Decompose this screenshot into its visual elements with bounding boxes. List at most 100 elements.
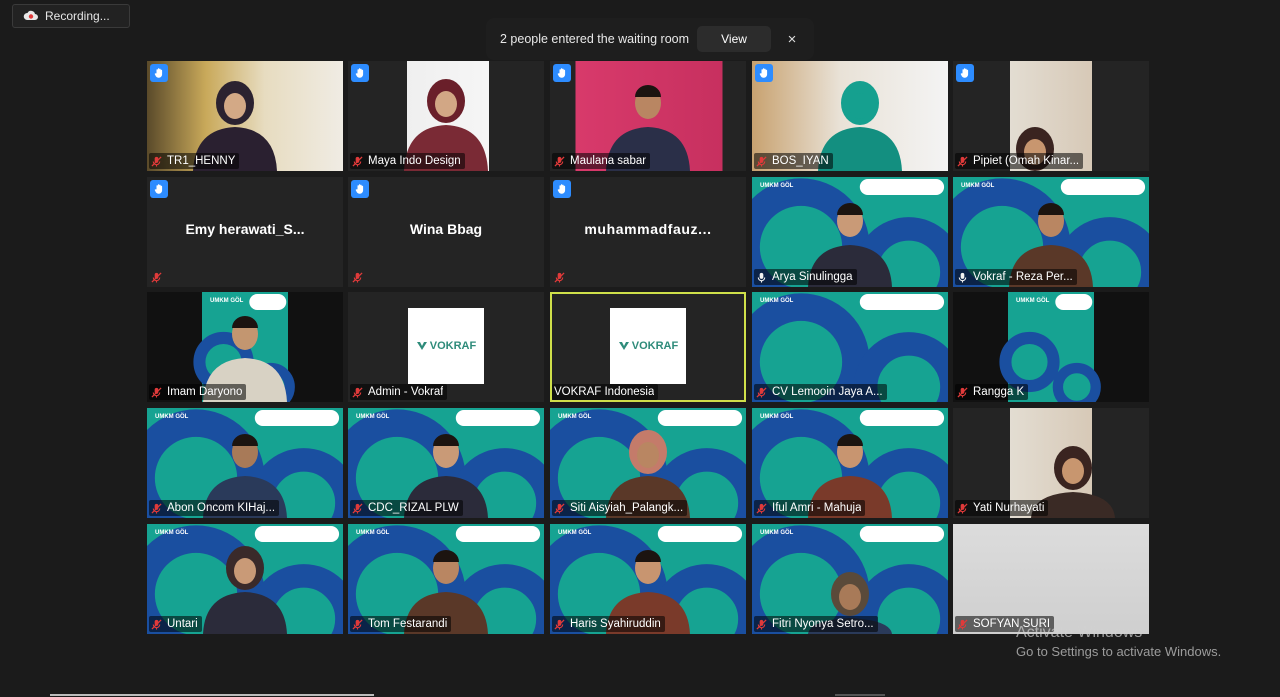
activate-windows-subtitle: Go to Settings to activate Windows. <box>1016 644 1222 659</box>
raised-hand-icon <box>351 180 369 198</box>
participant-name-tag <box>149 269 171 285</box>
participant-name-tag: Maulana sabar <box>552 153 651 169</box>
participant-name: CDC_RIZAL PLW <box>368 502 459 514</box>
activate-windows-title: Activate Windows <box>1016 624 1143 641</box>
participant-tile[interactable]: VOKRAF Admin - Vokraf <box>348 292 544 402</box>
participant-tile[interactable]: Emy herawati_S... <box>147 177 343 287</box>
participant-tile[interactable]: VOKRAF VOKRAF Indonesia <box>550 292 746 402</box>
participant-name: BOS_IYAN <box>772 155 829 167</box>
participant-tile[interactable]: UMKM GÖL CV Lemooin Jaya A... <box>752 292 948 402</box>
muted-mic-icon <box>151 618 162 630</box>
participant-display-name: Emy herawati_S... <box>185 221 305 237</box>
participant-tile[interactable]: Maya Indo Design <box>348 61 544 171</box>
participant-name-tag: Vokraf - Reza Per... <box>955 269 1077 285</box>
raised-hand-icon <box>553 180 571 198</box>
muted-mic-icon <box>756 386 767 398</box>
participant-name: Admin - Vokraf <box>368 386 444 398</box>
participant-name-tag: Admin - Vokraf <box>350 384 448 400</box>
participant-name-tag: VOKRAF Indonesia <box>552 384 659 400</box>
participant-name-tag: Rangga K <box>955 384 1029 400</box>
participant-name-tag: Haris Syahiruddin <box>552 616 665 632</box>
participant-display-name: Wina Bbag <box>409 221 483 237</box>
participant-name-tag: CV Lemooin Jaya A... <box>754 384 887 400</box>
umkm-banner-text: UMKM GÖL <box>760 298 794 304</box>
participant-gallery: TR1_HENNY Maya Indo Design Maulana sabar BO… <box>0 0 1280 697</box>
participant-tile[interactable]: Yati Nurhayati <box>953 408 1149 518</box>
muted-mic-icon <box>151 386 162 398</box>
participant-name: Abon Oncom KIHaj... <box>167 502 276 514</box>
participant-name-tag: Arya Sinulingga <box>754 269 857 285</box>
participant-tile[interactable]: UMKM GÖL Vokraf - Reza Per... <box>953 177 1149 287</box>
participant-name-tag <box>350 269 372 285</box>
raised-hand-icon <box>755 64 773 82</box>
muted-mic-icon <box>957 618 968 630</box>
vokraf-logo-text: VOKRAF <box>631 340 679 352</box>
participant-name: TR1_HENNY <box>167 155 236 167</box>
vokraf-logo-text: VOKRAF <box>429 340 477 352</box>
participant-name-tag: Maya Indo Design <box>350 153 465 169</box>
participant-tile[interactable]: UMKM GÖL Fitri Nyonya Setro... <box>752 524 948 634</box>
vokraf-mark-icon <box>416 342 427 350</box>
participant-tile[interactable]: Pipiet (Omah Kinar... <box>953 61 1149 171</box>
participant-tile[interactable]: muhammadfauz... <box>550 177 746 287</box>
activate-windows-watermark: Activate Windows Go to Settings to activ… <box>1016 624 1221 659</box>
participant-name: Imam Daryono <box>167 386 243 398</box>
muted-mic-icon <box>756 618 767 630</box>
participant-name: Yati Nurhayati <box>973 502 1045 514</box>
muted-mic-icon <box>957 502 968 514</box>
participant-name: Arya Sinulingga <box>772 271 853 283</box>
participant-name: Iful Amri - Mahuja <box>772 502 862 514</box>
participant-tile[interactable]: UMKM GÖL Siti Aisyiah_Palangk... <box>550 408 746 518</box>
participant-tile[interactable]: SOFYAN SURI <box>953 524 1149 634</box>
vokraf-logo: VOKRAF <box>408 308 484 384</box>
participant-tile[interactable]: UMKM GÖL CDC_RIZAL PLW <box>348 408 544 518</box>
participant-name: Untari <box>167 618 198 630</box>
toolbar-edge <box>50 694 374 696</box>
participant-tile[interactable]: UMKM GÖL Abon Oncom KIHaj... <box>147 408 343 518</box>
mic-icon <box>757 272 766 283</box>
muted-mic-icon <box>756 155 767 167</box>
participant-name: VOKRAF Indonesia <box>554 386 655 398</box>
participant-tile[interactable]: Wina Bbag <box>348 177 544 287</box>
participant-tile[interactable]: UMKM GÖL Tom Festarandi <box>348 524 544 634</box>
participant-name-tag: Untari <box>149 616 202 632</box>
raised-hand-icon <box>150 64 168 82</box>
muted-mic-icon <box>352 155 363 167</box>
muted-mic-icon <box>352 502 363 514</box>
participant-tile[interactable]: UMKM GÖL Haris Syahiruddin <box>550 524 746 634</box>
participant-tile[interactable]: UMKM GÖL Rangga K <box>953 292 1149 402</box>
muted-mic-icon <box>957 386 968 398</box>
muted-mic-icon <box>957 155 968 167</box>
participant-tile[interactable]: UMKM GÖL Arya Sinulingga <box>752 177 948 287</box>
participant-name: CV Lemooin Jaya A... <box>772 386 883 398</box>
participant-name-tag: BOS_IYAN <box>754 153 833 169</box>
participant-tile[interactable]: UMKM GÖL Imam Daryono <box>147 292 343 402</box>
participant-name-tag: Fitri Nyonya Setro... <box>754 616 878 632</box>
participant-name: Pipiet (Omah Kinar... <box>973 155 1080 167</box>
muted-mic-icon <box>352 618 363 630</box>
participant-name: Rangga K <box>973 386 1025 398</box>
participant-name: Maya Indo Design <box>368 155 461 167</box>
participant-tile[interactable]: TR1_HENNY <box>147 61 343 171</box>
muted-mic-icon <box>352 386 363 398</box>
participant-name-tag: Abon Oncom KIHaj... <box>149 500 280 516</box>
raised-hand-icon <box>956 64 974 82</box>
participant-name-tag: Pipiet (Omah Kinar... <box>955 153 1084 169</box>
participant-tile[interactable]: Maulana sabar <box>550 61 746 171</box>
muted-mic-icon <box>151 271 162 283</box>
participant-name: Maulana sabar <box>570 155 647 167</box>
participant-name-tag: CDC_RIZAL PLW <box>350 500 463 516</box>
participant-display-name: muhammadfauz... <box>584 221 712 237</box>
participant-name-tag: Tom Festarandi <box>350 616 452 632</box>
participant-tile[interactable]: UMKM GÖL Untari <box>147 524 343 634</box>
participant-name-tag: Yati Nurhayati <box>955 500 1049 516</box>
raised-hand-icon <box>351 64 369 82</box>
muted-mic-icon <box>554 155 565 167</box>
muted-mic-icon <box>554 502 565 514</box>
participant-tile[interactable]: BOS_IYAN <box>752 61 948 171</box>
raised-hand-icon <box>553 64 571 82</box>
muted-mic-icon <box>554 618 565 630</box>
participant-name-tag: Iful Amri - Mahuja <box>754 500 866 516</box>
participant-name-tag: TR1_HENNY <box>149 153 240 169</box>
participant-tile[interactable]: UMKM GÖL Iful Amri - Mahuja <box>752 408 948 518</box>
